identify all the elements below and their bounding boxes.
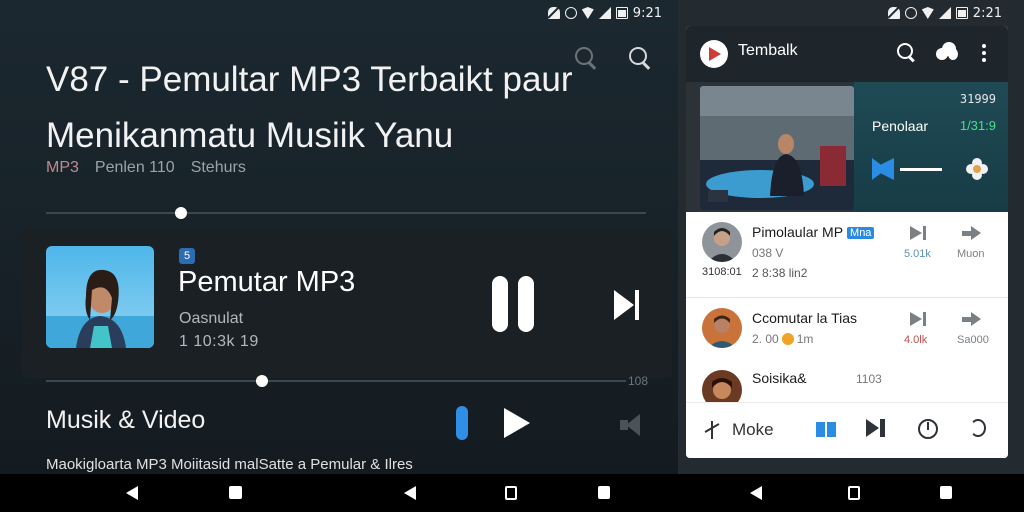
seek-bar-bottom[interactable]	[46, 375, 626, 387]
skip-icon[interactable]	[910, 312, 932, 326]
search-icon[interactable]	[894, 40, 922, 68]
track-tag: Mna	[847, 227, 875, 239]
seek-knob[interactable]	[256, 375, 268, 387]
track-row-title: Soisika&	[752, 370, 807, 386]
app-bar: Tembalk	[686, 26, 1008, 82]
track-row-label2: Sa000	[957, 334, 989, 346]
track-title: Pemutar MP3	[178, 266, 356, 298]
more-vert-icon[interactable]	[982, 44, 986, 62]
featured-code: 31999	[959, 92, 996, 106]
sync-status-icon	[564, 7, 577, 19]
track-row-left: 3108:01	[702, 266, 742, 278]
recents-icon[interactable]	[598, 486, 610, 499]
battery-icon	[955, 7, 968, 19]
left-player-screen: 9:21 V87 - Pemultar MP3 Terbaikt paur Me…	[0, 0, 678, 474]
toggle-indicator[interactable]	[456, 406, 468, 440]
wifi-icon	[581, 7, 594, 19]
avatar	[702, 308, 742, 348]
back-icon[interactable]	[750, 486, 762, 500]
volume-slider[interactable]	[900, 168, 942, 171]
sync-status-icon	[904, 7, 917, 19]
track-row-sub-text: 2. 00	[752, 332, 779, 346]
back-icon[interactable]	[126, 486, 138, 500]
back-icon[interactable]	[404, 486, 416, 500]
play-icon[interactable]	[502, 408, 532, 438]
featured-image[interactable]	[700, 86, 854, 210]
more-label[interactable]: Moke	[732, 420, 774, 440]
recents-icon[interactable]	[940, 486, 952, 499]
bottom-bar: Moke	[686, 402, 1008, 458]
home-icon[interactable]	[229, 486, 242, 499]
mute-icon	[547, 7, 560, 19]
track-row-sub: 038 V	[752, 246, 784, 260]
track-row-title: Pimolaular MP Mna	[752, 224, 875, 240]
recents-icon[interactable]	[505, 486, 517, 500]
seek-bar-top[interactable]	[46, 207, 646, 219]
description-text: Maokigloarta MP3 Moiitasid malSatte a Pe…	[46, 456, 413, 473]
share-icon[interactable]	[962, 226, 982, 240]
album-art[interactable]	[46, 246, 154, 348]
track-row-label1: 5.01k	[904, 248, 931, 260]
wifi-icon	[921, 7, 934, 19]
more-icon[interactable]	[704, 421, 722, 439]
library-icon[interactable]	[816, 419, 836, 437]
status-bar: 2:21	[887, 4, 1002, 22]
track-row-extra: 1103	[856, 372, 882, 386]
next-button[interactable]	[614, 290, 642, 320]
app-title: Tembalk	[738, 42, 798, 59]
cloud-icon[interactable]	[936, 42, 958, 62]
skip-icon[interactable]	[910, 226, 932, 240]
track-detail: 1 10:3k 19	[179, 333, 259, 350]
featured-label: Penolaar	[872, 118, 929, 134]
mute-icon	[887, 7, 900, 19]
sync-icon[interactable]	[970, 419, 986, 437]
track-row-sub: 2. 00 1m	[752, 332, 813, 346]
app-logo-icon[interactable]	[700, 40, 728, 68]
featured-value: 1/31:9	[959, 118, 996, 133]
page-title: V87 - Pemultar MP3 Terbaikt paur Menikan…	[46, 60, 573, 155]
track-row-label1: 4.0lk	[904, 334, 928, 346]
track-row-label2: Muon	[957, 248, 985, 260]
track-row[interactable]: Pimolaular MP Mna 038 V 3108:01 2 8:38 li…	[686, 212, 1008, 298]
featured-banner: 31999 Penolaar 1/31:9	[686, 82, 1008, 212]
track-artist: Oasnulat	[179, 310, 244, 327]
source-badge: 5	[179, 248, 195, 264]
signal-icon	[938, 7, 951, 19]
home-icon[interactable]	[848, 486, 860, 500]
battery-icon	[615, 7, 628, 19]
search-icon[interactable]	[626, 44, 654, 72]
track-row-sub-tail: 1m	[796, 332, 814, 346]
right-app-screen: 2:21 Tembalk 31999 Penolaar 1/31:9 Pimol…	[678, 0, 1024, 474]
track-row-sub2: 2 8:38 lin2	[752, 266, 808, 280]
app-window: Tembalk 31999 Penolaar 1/31:9 Pimolaular…	[686, 26, 1008, 458]
system-nav-bar	[0, 474, 1024, 512]
track-row-title-text: Pimolaular MP	[752, 224, 844, 240]
status-time: 9:21	[632, 5, 662, 21]
pause-button[interactable]	[492, 276, 536, 332]
volume-icon[interactable]	[872, 158, 894, 180]
share-icon[interactable]	[962, 312, 982, 326]
seek-knob[interactable]	[175, 207, 187, 219]
meta-row: MP3 Penlen 110 Stehurs	[46, 159, 246, 177]
featured-panel: 31999 Penolaar 1/31:9	[854, 82, 1008, 212]
status-dot-icon	[781, 333, 794, 345]
signal-icon	[598, 7, 611, 19]
track-row-title: Ccomutar la Tias	[752, 310, 858, 326]
time-end: 108	[628, 374, 649, 388]
section-title: Musik & Video	[46, 406, 206, 434]
status-bar: 9:21	[547, 4, 662, 22]
avatar	[702, 222, 742, 262]
flower-icon[interactable]	[966, 158, 988, 180]
status-time: 2:21	[972, 5, 1002, 21]
meta-count: Penlen 110	[94, 159, 175, 176]
volume-icon[interactable]	[620, 414, 650, 436]
meta-status: Stehurs	[190, 159, 246, 176]
timer-icon[interactable]	[918, 419, 938, 439]
meta-type: MP3	[46, 159, 79, 176]
skip-icon[interactable]	[866, 419, 888, 437]
